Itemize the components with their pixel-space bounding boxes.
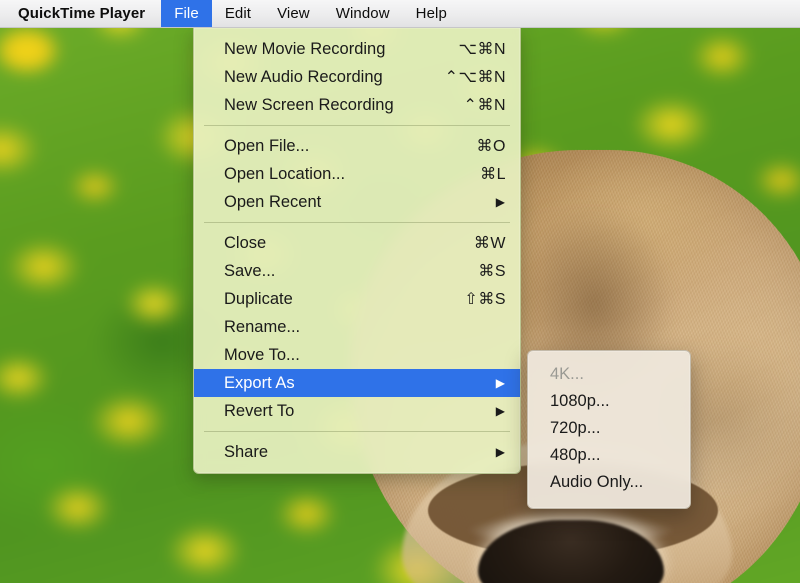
menu-item-label: Save... bbox=[224, 261, 276, 280]
submenu-arrow-icon: ▶ bbox=[495, 195, 505, 209]
menu-item-label: New Audio Recording bbox=[224, 67, 383, 86]
menu-item-label: Open File... bbox=[224, 136, 310, 155]
menu-item-new-screen-recording[interactable]: New Screen Recording ⌃⌘N bbox=[194, 91, 520, 119]
menu-item-label: Close bbox=[224, 233, 267, 252]
menu-item-label: Duplicate bbox=[224, 289, 293, 308]
menu-item-share[interactable]: Share ▶ bbox=[194, 438, 520, 466]
menu-item-duplicate[interactable]: Duplicate ⇧⌘S bbox=[194, 285, 520, 313]
submenu-item-label: 480p... bbox=[550, 446, 601, 464]
submenu-item-720p[interactable]: 720p... bbox=[528, 415, 690, 442]
menu-item-label: Share bbox=[224, 442, 269, 461]
menu-item-label: Open Location... bbox=[224, 164, 346, 183]
submenu-arrow-icon: ▶ bbox=[495, 404, 505, 418]
menu-item-new-movie-recording[interactable]: New Movie Recording ⌥⌘N bbox=[194, 35, 520, 63]
menu-separator bbox=[204, 431, 510, 432]
menu-item-save[interactable]: Save... ⌘S bbox=[194, 257, 520, 285]
menu-item-label: Move To... bbox=[224, 345, 300, 364]
menubar-item-view[interactable]: View bbox=[264, 0, 323, 27]
menu-item-shortcut: ⌘O bbox=[476, 138, 506, 155]
submenu-item-label: 1080p... bbox=[550, 392, 610, 410]
menubar-item-window[interactable]: Window bbox=[323, 0, 403, 27]
submenu-item-audio-only[interactable]: Audio Only... bbox=[528, 469, 690, 496]
menu-item-move-to[interactable]: Move To... bbox=[194, 341, 520, 369]
menubar-app-name[interactable]: QuickTime Player bbox=[0, 0, 161, 27]
menu-item-shortcut: ⇧⌘S bbox=[464, 291, 506, 308]
submenu-item-label: 720p... bbox=[550, 419, 601, 437]
menu-bar: QuickTime Player File Edit View Window H… bbox=[0, 0, 800, 28]
menu-item-revert-to[interactable]: Revert To ▶ bbox=[194, 397, 520, 425]
menu-item-shortcut: ⌃⌘N bbox=[463, 97, 506, 114]
menu-item-export-as[interactable]: Export As ▶ bbox=[194, 369, 520, 397]
menu-item-open-recent[interactable]: Open Recent ▶ bbox=[194, 188, 520, 216]
menu-item-label: Rename... bbox=[224, 317, 301, 336]
menu-item-shortcut: ⌘W bbox=[473, 235, 506, 252]
menu-item-shortcut: ⌘S bbox=[478, 263, 506, 280]
submenu-item-1080p[interactable]: 1080p... bbox=[528, 388, 690, 415]
menu-separator bbox=[204, 222, 510, 223]
submenu-arrow-icon: ▶ bbox=[495, 376, 505, 390]
submenu-item-480p[interactable]: 480p... bbox=[528, 442, 690, 469]
submenu-item-4k: 4K... bbox=[528, 361, 690, 388]
menu-item-label: Open Recent bbox=[224, 192, 322, 211]
menu-item-shortcut: ⌘L bbox=[480, 166, 506, 183]
menu-item-shortcut: ⌃⌥⌘N bbox=[444, 69, 506, 86]
menu-item-label: Revert To bbox=[224, 401, 295, 420]
file-menu-dropdown: New Movie Recording ⌥⌘N New Audio Record… bbox=[193, 28, 521, 474]
menu-separator bbox=[204, 125, 510, 126]
menu-item-label: New Screen Recording bbox=[224, 95, 394, 114]
menu-item-new-audio-recording[interactable]: New Audio Recording ⌃⌥⌘N bbox=[194, 63, 520, 91]
menubar-item-help[interactable]: Help bbox=[403, 0, 460, 27]
menu-item-label: Export As bbox=[224, 373, 295, 392]
menu-item-open-location[interactable]: Open Location... ⌘L bbox=[194, 160, 520, 188]
menu-item-open-file[interactable]: Open File... ⌘O bbox=[194, 132, 520, 160]
menu-item-rename[interactable]: Rename... bbox=[194, 313, 520, 341]
screen: QuickTime Player File Edit View Window H… bbox=[0, 0, 800, 583]
submenu-item-label: 4K... bbox=[550, 365, 584, 383]
menu-item-close[interactable]: Close ⌘W bbox=[194, 229, 520, 257]
menubar-item-edit[interactable]: Edit bbox=[212, 0, 264, 27]
export-as-submenu: 4K... 1080p... 720p... 480p... Audio Onl… bbox=[527, 350, 691, 509]
menubar-item-file[interactable]: File bbox=[161, 0, 212, 27]
menu-item-shortcut: ⌥⌘N bbox=[458, 41, 506, 58]
submenu-arrow-icon: ▶ bbox=[495, 445, 505, 459]
menu-item-label: New Movie Recording bbox=[224, 39, 386, 58]
submenu-item-label: Audio Only... bbox=[550, 473, 644, 491]
